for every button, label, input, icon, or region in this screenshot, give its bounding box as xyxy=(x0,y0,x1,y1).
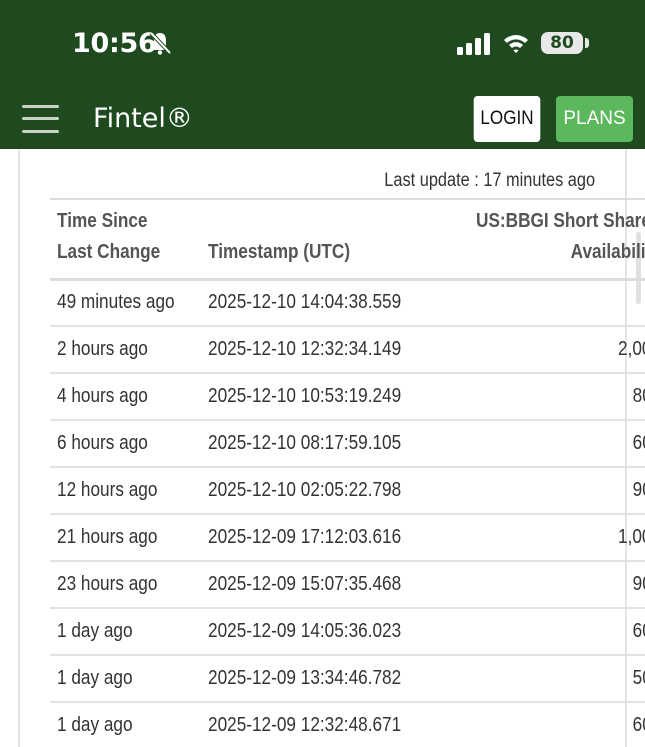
cell-time-since: 4 hours ago xyxy=(57,385,148,407)
cellular-signal-icon xyxy=(457,33,490,55)
cell-timestamp: 2025-12-09 13:34:46.782 xyxy=(207,667,401,689)
battery-tip xyxy=(585,38,589,48)
table-row: 1 day ago 2025-12-09 13:34:46.782 500 xyxy=(50,655,645,702)
table-row: 21 hours ago 2025-12-09 17:12:03.616 1,0… xyxy=(50,514,645,561)
cell-timestamp: 2025-12-09 14:05:36.023 xyxy=(207,620,401,642)
cell-availability: 2,000 xyxy=(617,338,645,360)
cell-timestamp: 2025-12-09 15:07:35.468 xyxy=(207,573,401,595)
battery-icon: 80 xyxy=(541,32,583,54)
cell-timestamp: 2025-12-10 08:17:59.105 xyxy=(207,432,401,454)
cell-availability: 900 xyxy=(632,479,645,501)
cell-time-since: 23 hours ago xyxy=(57,573,158,595)
status-time: 10:56 xyxy=(72,28,157,59)
table-row: 23 hours ago 2025-12-09 15:07:35.468 900 xyxy=(50,561,645,608)
short-availability-table: Time Since Last Change Timestamp (UTC) U… xyxy=(50,198,645,747)
cell-time-since: 1 day ago xyxy=(57,714,133,736)
table-row: 49 minutes ago 2025-12-10 14:04:38.559 0 xyxy=(50,279,645,326)
cell-timestamp: 2025-12-09 17:12:03.616 xyxy=(207,526,401,548)
cell-timestamp: 2025-12-09 12:32:48.671 xyxy=(207,714,401,736)
cell-time-since: 1 day ago xyxy=(57,667,133,689)
cell-availability: 1,000 xyxy=(617,526,645,548)
nav-bar: Fintel® LOGIN PLANS xyxy=(0,86,645,149)
cell-availability: 600 xyxy=(632,714,645,736)
table-row: 6 hours ago 2025-12-10 08:17:59.105 600 xyxy=(50,420,645,467)
table-row: 12 hours ago 2025-12-10 02:05:22.798 900 xyxy=(50,467,645,514)
cell-time-since: 21 hours ago xyxy=(57,526,158,548)
menu-icon[interactable] xyxy=(22,105,59,133)
cell-time-since: 49 minutes ago xyxy=(57,291,175,314)
cell-time-since: 6 hours ago xyxy=(57,432,148,454)
header-time-since[interactable]: Time Since Last Change xyxy=(50,199,201,279)
cell-time-since: 1 day ago xyxy=(57,620,133,642)
cell-timestamp: 2025-12-10 12:32:34.149 xyxy=(207,338,401,360)
table-row: 4 hours ago 2025-12-10 10:53:19.249 800 xyxy=(50,373,645,420)
status-bar: 10:56 80 xyxy=(0,0,645,86)
cell-availability: 600 xyxy=(632,620,645,642)
header-timestamp[interactable]: Timestamp (UTC) xyxy=(201,199,440,279)
header-availability[interactable]: US:BBGI Short Shares Availability xyxy=(439,199,645,279)
last-update: Last update : 17 minutes ago xyxy=(384,170,595,191)
brand-logo[interactable]: Fintel® xyxy=(93,103,193,134)
cell-availability: 0 xyxy=(439,279,645,326)
cell-availability: 800 xyxy=(632,385,645,407)
cell-time-since: 2 hours ago xyxy=(57,338,148,360)
cell-timestamp: 2025-12-10 14:04:38.559 xyxy=(207,291,401,314)
table-row: 1 day ago 2025-12-09 12:32:48.671 600 xyxy=(50,702,645,747)
cell-availability: 600 xyxy=(632,432,645,454)
table-row: 2 hours ago 2025-12-10 12:32:34.149 2,00… xyxy=(50,326,645,373)
plans-button[interactable]: PLANS xyxy=(556,96,633,142)
cell-availability: 500 xyxy=(632,667,645,689)
bell-muted-icon xyxy=(149,31,171,55)
table-header-row: Time Since Last Change Timestamp (UTC) U… xyxy=(50,199,645,279)
cell-timestamp: 2025-12-10 10:53:19.249 xyxy=(207,385,401,407)
cell-time-since: 12 hours ago xyxy=(57,479,158,501)
wifi-icon xyxy=(504,35,528,53)
cell-timestamp: 2025-12-10 02:05:22.798 xyxy=(207,479,401,501)
cell-availability: 900 xyxy=(632,573,645,595)
login-button[interactable]: LOGIN xyxy=(473,96,541,142)
table-row: 1 day ago 2025-12-09 14:05:36.023 600 xyxy=(50,608,645,655)
